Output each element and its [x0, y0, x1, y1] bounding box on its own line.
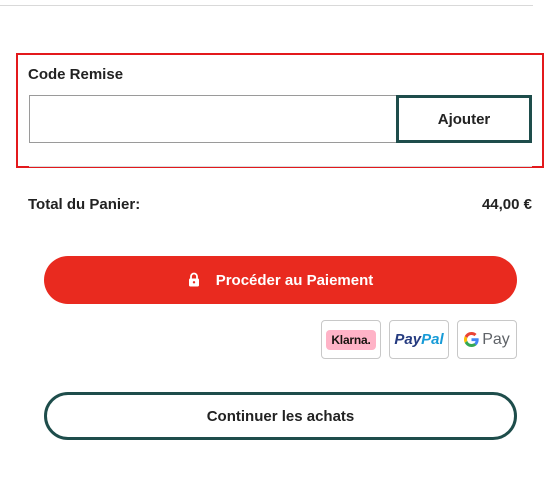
checkout-button[interactable]: Procéder au Paiement: [44, 256, 517, 304]
paypal-logo: PayPal: [394, 331, 444, 348]
discount-code-title: Code Remise: [28, 66, 124, 83]
cart-total-value: 44,00 €: [481, 196, 532, 213]
cart-total-label: Total du Panier:: [28, 196, 141, 213]
paypal-badge: PayPal: [389, 320, 449, 359]
klarna-badge: Klarna.: [321, 320, 381, 359]
lock-icon: [188, 272, 202, 288]
continue-shopping-button[interactable]: Continuer les achats: [44, 392, 517, 440]
google-g-icon: [464, 332, 479, 347]
klarna-logo: Klarna.: [326, 329, 376, 350]
google-pay-label: Pay: [482, 330, 510, 348]
checkout-button-label: Procéder au Paiement: [215, 271, 374, 289]
add-code-button[interactable]: Ajouter: [396, 95, 532, 143]
discount-code-input[interactable]: [29, 95, 397, 143]
discount-divider: [29, 166, 532, 167]
google-pay-logo: Pay: [464, 331, 510, 349]
top-divider: [0, 5, 533, 6]
google-pay-badge: Pay: [457, 320, 517, 359]
